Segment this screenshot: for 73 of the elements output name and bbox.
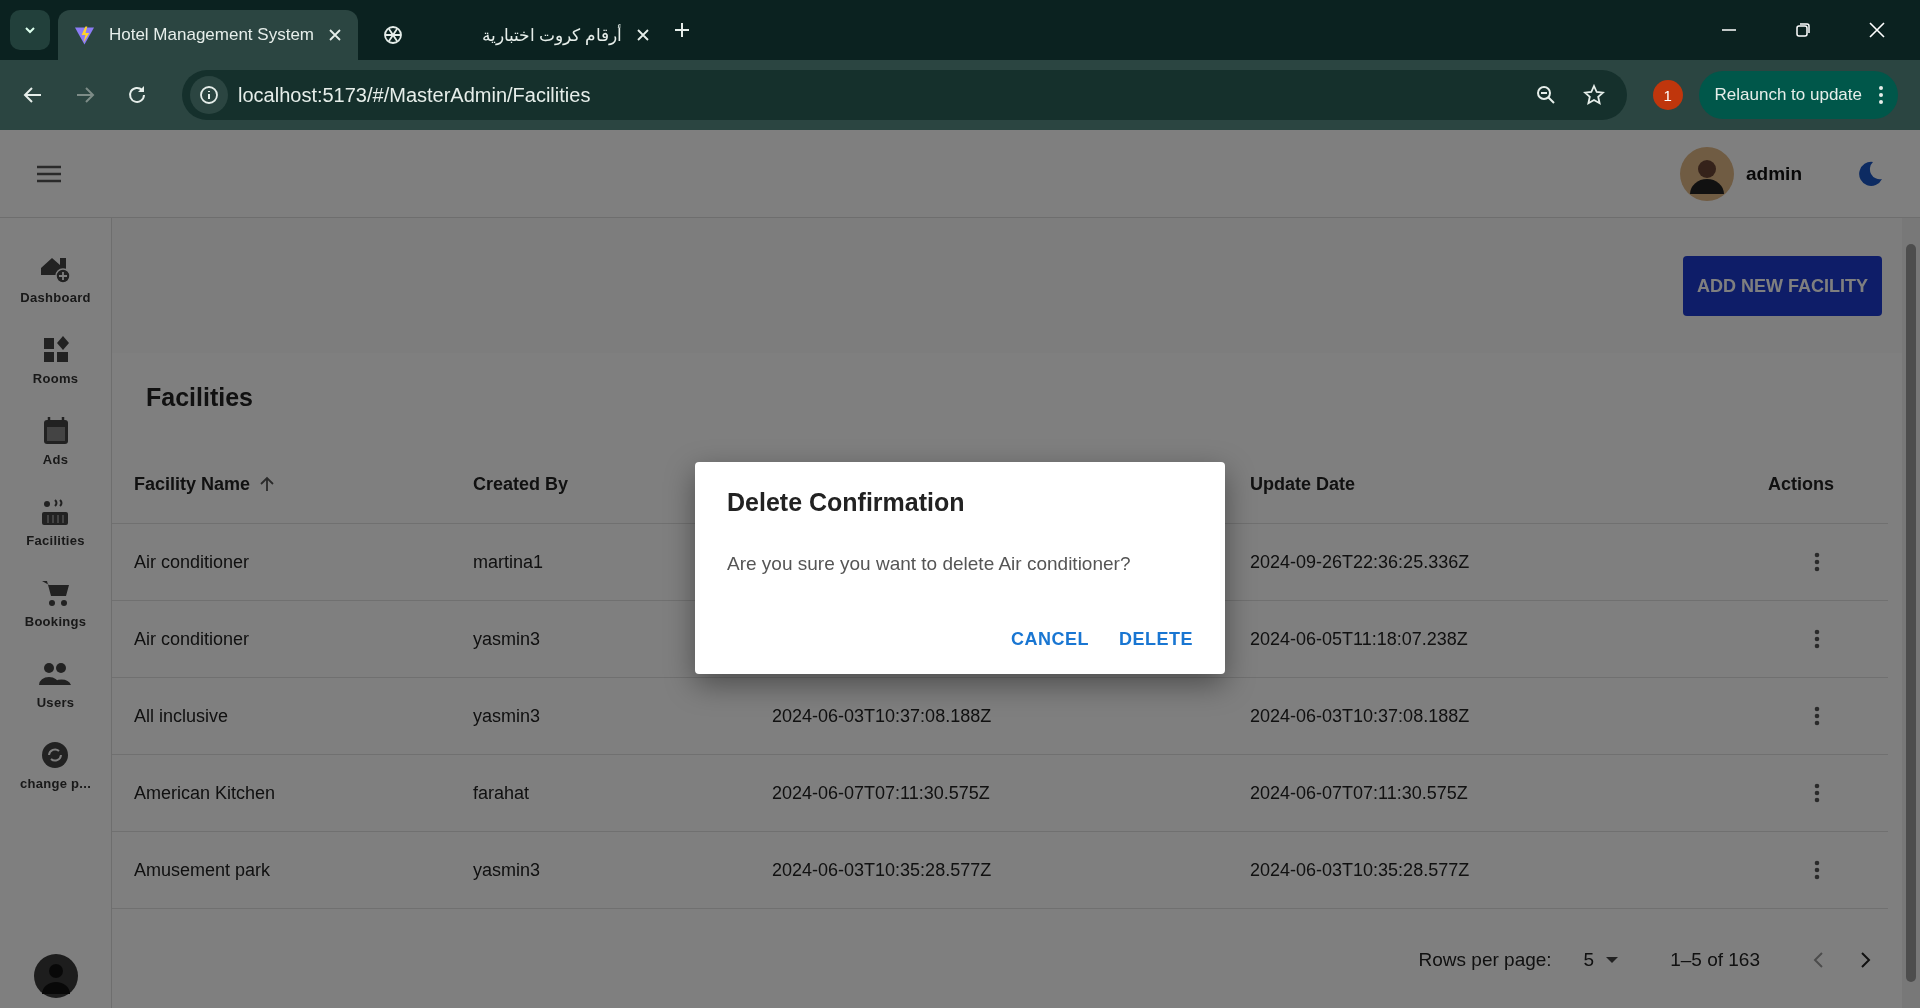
column-header[interactable]: Update Date [1228,445,1746,524]
table-cell: Air conditioner [134,628,250,650]
tab-title: Hotel Management System [108,25,314,45]
more-vertical-icon[interactable] [1813,859,1821,881]
restore-icon[interactable] [1794,21,1812,39]
url-text: localhost:5173/#/MasterAdmin/Facilities [238,83,591,107]
table-cell: 2024-06-03T10:37:08.188Z [772,705,992,727]
table-cell: Amusement park [134,859,271,881]
sidebar-item[interactable]: Users [36,659,75,740]
table-cell: 2024-06-03T10:35:28.577Z [772,859,992,881]
table-cell: martina1 [473,551,544,573]
sidebar-item[interactable]: Bookings [24,578,87,659]
column-header[interactable]: Actions [1746,445,1888,524]
notification-badge[interactable]: 1 [1652,80,1683,110]
table-cell: Air conditioner [134,551,250,573]
table-cell: farahat [473,782,530,804]
reload-icon[interactable] [126,84,148,106]
browser-tab[interactable]: أرقام كروت اختبارية [366,10,666,60]
table-cell: 2024-06-03T10:37:08.188Z [1250,705,1470,727]
table-cell: yasmin3 [473,628,541,650]
table-cell: All inclusive [134,705,229,727]
chevron-right-icon[interactable] [1858,951,1872,969]
page-range: 1–5 of 163 [1670,949,1760,971]
dialog-button[interactable]: CANCEL [1001,619,1099,660]
moon-icon[interactable] [1856,159,1884,188]
user-avatar[interactable] [1680,146,1735,201]
column-header[interactable]: Facility Name [112,445,451,524]
table-cell: yasmin3 [473,859,541,881]
sidebar-item[interactable]: Dashboard [20,254,91,335]
star-icon[interactable] [1582,84,1605,106]
table-cell: 2024-06-03T10:35:28.577Z [1250,859,1470,881]
rows-per-page-label: Rows per page: [1418,949,1552,971]
browser-tab[interactable]: Hotel Management System [58,10,358,60]
table-cell: 2024-06-05T11:18:07.238Z [1250,628,1468,650]
sidebar-item[interactable]: Facilities [26,497,85,578]
close-icon [636,28,650,42]
close-icon[interactable] [1868,21,1886,39]
table-cell: yasmin3 [473,705,541,727]
more-vertical-icon [1878,85,1884,105]
knot-logo-icon [382,24,404,46]
user-name: admin [1746,162,1802,185]
more-vertical-icon[interactable] [1813,782,1821,804]
profile-avatar[interactable] [33,954,78,998]
more-vertical-icon[interactable] [1813,551,1821,573]
sidebar-item[interactable]: change p... [19,740,92,821]
bolt-logo-icon [74,24,95,46]
page-title: Facilities [145,382,254,413]
close-tab-button[interactable] [636,28,650,42]
zoom-out-icon[interactable] [1534,84,1557,106]
relaunch-button[interactable]: Relaunch to update [1698,71,1898,119]
scrollbar[interactable] [1902,218,1920,1008]
info-icon [199,85,219,105]
table-cell: 2024-09-26T22:36:25.336Z [1250,551,1470,573]
table-cell: 2024-06-07T07:11:30.575Z [1250,782,1468,804]
dialog-button[interactable]: DELETE [1109,619,1203,660]
address-bar[interactable]: localhost:5173/#/MasterAdmin/Facilities [182,70,1627,120]
close-icon [328,28,342,42]
table-cell: American Kitchen [134,782,276,804]
sidebar-item[interactable]: Rooms [32,335,79,416]
site-info-button[interactable] [190,76,228,114]
close-tab-button[interactable] [328,28,342,42]
tab-title: أرقام كروت اختبارية [480,24,622,46]
more-vertical-icon[interactable] [1813,628,1821,650]
caret-icon [1606,956,1619,964]
menu-icon[interactable] [36,163,62,184]
more-vertical-icon[interactable] [1813,705,1821,727]
new-tab-button[interactable] [674,22,690,38]
table-cell: 2024-06-07T07:11:30.575Z [772,782,990,804]
plus-icon [674,22,690,38]
add-facility-button[interactable]: ADD NEW FACILITY [1683,256,1882,316]
rows-per-page-select[interactable]: 5 [1583,949,1619,971]
sidebar-item[interactable]: Ads [38,416,73,497]
dialog-message: Are you sure you want to delete Air conditioner? [727,553,1132,575]
